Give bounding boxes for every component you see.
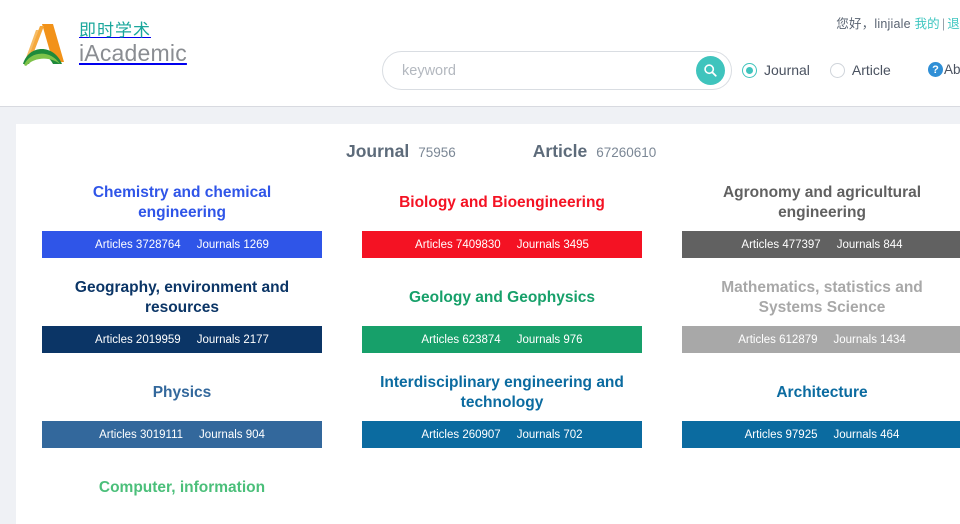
category-articles-count: Articles 7409830 [415,238,501,251]
my-account-link[interactable]: 我的 [914,17,939,31]
category-journals-count: Journals 1434 [833,333,906,346]
about-help-link[interactable]: ? Ab [928,62,960,77]
category-journals-count: Journals 844 [836,238,903,251]
category-articles-count: Articles 477397 [741,238,821,251]
logo-text: 即时学术 iAcademic [79,22,187,65]
logout-link[interactable]: 退 [947,17,960,31]
academic-a-logo-icon [23,24,64,66]
category-card[interactable]: Mathematics, statistics and Systems Scie… [682,269,960,353]
logo-english-name: iAcademic [79,39,187,66]
total-journal-label: Journal [346,141,410,161]
search-box [382,51,732,90]
category-journals-count: Journals 464 [833,428,900,441]
category-card[interactable]: Physics Articles 3019111 Journals 904 [42,364,322,448]
category-title[interactable]: Biology and Bioengineering [362,174,642,231]
category-articles-count: Articles 623874 [421,333,501,346]
search-mode-radios: Journal Article [742,62,891,78]
question-mark-icon: ? [928,62,943,77]
total-article-label: Article [532,141,588,161]
category-stats-bar[interactable]: Articles 623874 Journals 976 [362,326,642,353]
total-journal-value: 75956 [418,145,456,160]
category-title[interactable]: Agronomy and agricultural engineering [682,174,960,231]
category-stats-bar[interactable]: Articles 612879 Journals 1434 [682,326,960,353]
category-card[interactable]: Biology and Bioengineering Articles 74098… [362,174,642,258]
category-journals-count: Journals 976 [516,333,583,346]
category-card[interactable]: Architecture Articles 97925 Journals 464 [682,364,960,448]
radio-article[interactable]: Article [829,62,891,78]
category-title[interactable]: Geography, environment and resources [42,269,322,326]
category-card[interactable]: Computer, information [42,459,322,516]
category-journals-count: Journals 702 [516,428,583,441]
logo-chinese-name: 即时学术 [79,21,151,42]
search-icon [704,64,717,77]
total-article-value: 67260610 [596,145,657,160]
category-card[interactable]: Geography, environment and resources Arti… [42,269,322,353]
radio-journal[interactable]: Journal [742,62,810,78]
site-logo[interactable]: 即时学术 iAcademic [20,20,187,68]
greeting-text: 您好，linjiale [836,17,911,31]
category-title[interactable]: Computer, information [42,459,322,516]
category-title[interactable]: Architecture [682,364,960,421]
category-articles-count: Articles 3728764 [95,238,181,251]
category-stats-bar[interactable]: Articles 477397 Journals 844 [682,231,960,258]
category-journals-count: Journals 3495 [516,238,589,251]
category-title[interactable]: Geology and Geophysics [362,269,642,326]
category-articles-count: Articles 3019111 [99,428,184,441]
category-stats-bar[interactable]: Articles 3728764 Journals 1269 [42,231,322,258]
category-grid: Chemistry and chemical engineering Articl… [16,174,960,516]
category-title[interactable]: Physics [42,364,322,421]
radio-journal-label: Journal [764,62,810,78]
totals-bar: Journal 75956 Article 67260610 [16,124,960,162]
category-articles-count: Articles 612879 [738,333,818,346]
radio-journal-indicator[interactable] [742,62,757,78]
total-article: Article 67260610 [533,141,657,162]
category-journals-count: Journals 2177 [196,333,269,346]
category-articles-count: Articles 260907 [421,428,501,441]
category-articles-count: Articles 2019959 [95,333,181,346]
category-card[interactable]: Geology and Geophysics Articles 623874 Jou… [362,269,642,353]
category-stats-bar[interactable]: Articles 260907 Journals 702 [362,421,642,448]
category-card[interactable]: Interdisciplinary engineering and techno… [362,364,642,448]
total-journal: Journal 75956 [346,141,456,162]
category-stats-bar[interactable]: Articles 2019959 Journals 2177 [42,326,322,353]
site-header: 您好，linjiale 我的|退 即时学术 iAcademic Journal [0,0,960,107]
category-card[interactable]: Agronomy and agricultural engineering Art… [682,174,960,258]
category-stats-bar[interactable]: Articles 7409830 Journals 3495 [362,231,642,258]
category-title[interactable]: Interdisciplinary engineering and techno… [362,364,642,421]
category-journals-count: Journals 1269 [196,238,269,251]
about-label: Ab [944,62,960,77]
category-stats-bar[interactable]: Articles 3019111 Journals 904 [42,421,322,448]
category-title[interactable]: Chemistry and chemical engineering [42,174,322,231]
radio-article-label: Article [851,62,891,78]
category-articles-count: Articles 97925 [744,428,818,441]
radio-article-indicator[interactable] [829,62,845,78]
category-card[interactable]: Chemistry and chemical engineering Articl… [42,174,322,258]
search-button[interactable] [696,56,725,85]
user-greeting: 您好，linjiale 我的 | 退 [836,13,960,32]
content-panel: Journal 75956 Article 67260610 Chemistry… [16,124,960,524]
search-input[interactable] [383,62,696,79]
category-title[interactable]: Mathematics, statistics and Systems Scie… [682,269,960,326]
category-stats-bar[interactable]: Articles 97925 Journals 464 [682,421,960,448]
category-journals-count: Journals 904 [199,428,265,441]
